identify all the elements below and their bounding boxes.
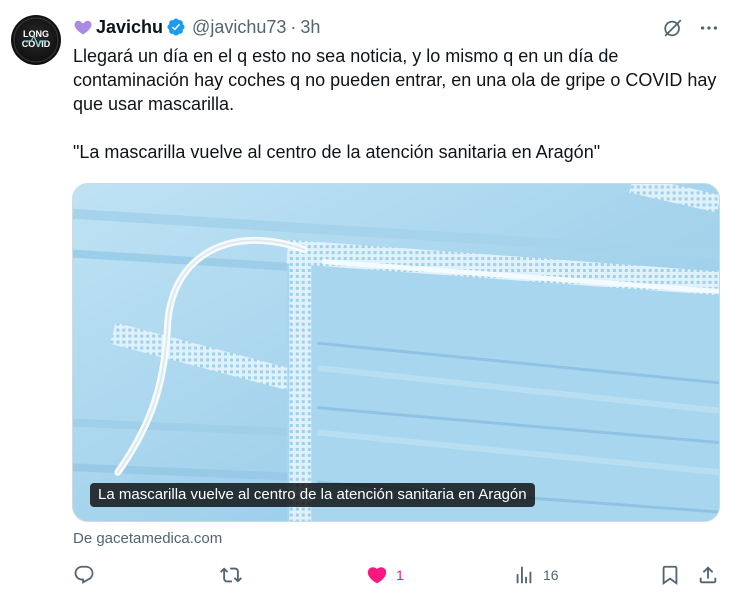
link-card[interactable]: La mascarilla vuelve al centro de la ate… <box>72 183 720 522</box>
handle[interactable]: @javichu73 <box>192 17 286 38</box>
avatar-text-line1: LONG <box>23 29 49 39</box>
tweet-paragraph: Llegará un día en el q esto no sea notic… <box>73 46 717 114</box>
card-caption: La mascarilla vuelve al centro de la ate… <box>90 483 535 507</box>
share-icon <box>699 566 717 584</box>
more-icon[interactable] <box>698 17 720 39</box>
retweet-button[interactable] <box>220 564 250 586</box>
views-button[interactable]: 16 <box>513 564 559 586</box>
retweet-icon <box>220 567 242 583</box>
tweet-header: Javichu @javichu73 · 3h <box>73 15 320 39</box>
purple-heart-icon <box>74 20 92 35</box>
long-covid-avatar-icon: LONG COVID <box>13 17 59 63</box>
reply-icon <box>74 565 94 584</box>
views-icon <box>516 566 532 584</box>
grok-icon[interactable] <box>662 17 684 39</box>
display-name[interactable]: Javichu <box>96 17 163 38</box>
verified-badge-icon[interactable] <box>166 17 186 37</box>
tweet-paragraph: "La mascarilla vuelve al centro de la at… <box>73 142 601 162</box>
bookmark-button[interactable] <box>659 564 681 586</box>
like-icon <box>367 567 387 584</box>
like-button[interactable]: 1 <box>366 564 404 586</box>
reply-button[interactable] <box>73 564 103 586</box>
surgical-masks-image <box>73 184 719 521</box>
bookmark-icon <box>662 565 678 586</box>
timestamp[interactable]: 3h <box>300 17 320 38</box>
tweet-text: Llegará un día en el q esto no sea notic… <box>73 44 733 164</box>
tweet-actions: 1 16 <box>0 562 746 590</box>
separator-dot: · <box>290 16 297 37</box>
views-count: 16 <box>543 567 559 583</box>
card-source[interactable]: De gacetamedica.com <box>73 530 222 547</box>
like-count: 1 <box>396 567 404 583</box>
share-button[interactable] <box>697 564 719 586</box>
avatar[interactable]: LONG COVID <box>11 15 61 65</box>
